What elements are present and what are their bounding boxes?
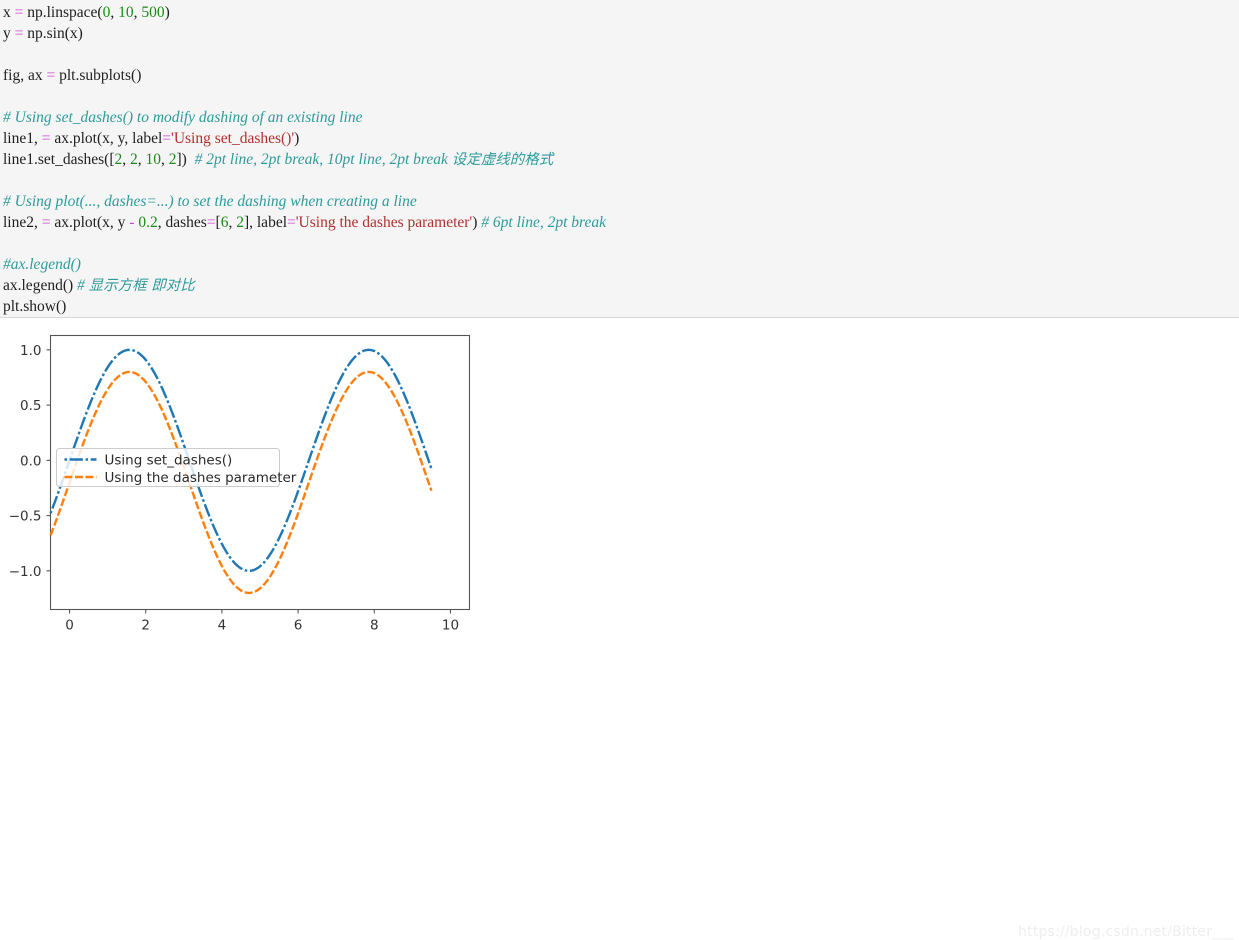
x-tick-label: 10 xyxy=(442,618,459,634)
code-token: ], label xyxy=(243,214,288,231)
code-token: ([ xyxy=(104,151,115,168)
y-tick-label: −0.5 xyxy=(9,509,42,525)
code-token: (x, y, label xyxy=(97,130,163,147)
legend-label: Using set_dashes() xyxy=(105,453,233,469)
code-token: , xyxy=(137,151,146,168)
code-token: , xyxy=(122,151,130,168)
code-token: ]) xyxy=(176,151,195,168)
code-token: np.linspace xyxy=(27,4,98,21)
code-token: ax.legend xyxy=(3,277,63,294)
code-token: ) xyxy=(164,4,170,21)
code-token: = xyxy=(162,130,172,147)
code-line: fig, ax = plt.subplots() xyxy=(3,65,1239,86)
code-token: plt.subplots xyxy=(59,67,132,84)
code-token: # 2pt line, 2pt break, 10pt line, 2pt br… xyxy=(194,151,452,168)
code-token: plt.show xyxy=(3,298,56,315)
code-line: line2, = ax.plot(x, y - 0.2, dashes=[6, … xyxy=(3,212,1239,233)
y-tick-label: −1.0 xyxy=(9,564,42,580)
code-line: # Using set_dashes() to modify dashing o… xyxy=(3,107,1239,128)
code-token: () xyxy=(62,277,78,294)
code-token: 10 xyxy=(118,4,134,21)
code-token: , dashes xyxy=(157,214,207,231)
x-tick-label: 6 xyxy=(294,618,303,634)
code-token: 2 xyxy=(130,151,138,168)
code-token: - xyxy=(129,214,139,231)
code-token: 500 xyxy=(141,4,165,21)
code-token: (x, y xyxy=(97,214,130,231)
matplotlib-figure: 0 2 4 6 8 10 −1.0 −0.5 0.0 0.5 1.0 Using set_dashes… xyxy=(0,319,1239,940)
code-token: 2 xyxy=(168,151,177,168)
x-tick-label: 0 xyxy=(65,618,74,634)
x-tick-label: 4 xyxy=(218,618,227,634)
code-line: line1.set_dashes([2, 2, 10, 2]) # 2pt li… xyxy=(3,149,1239,170)
code-listing[interactable]: x = np.linspace(0, 10, 500) y = np.sin(x)… xyxy=(3,2,1239,317)
code-line: line1, = ax.plot(x, y, label='Using set_… xyxy=(3,128,1239,149)
code-token: = xyxy=(287,214,296,231)
code-block: x = np.linspace(0, 10, 500) y = np.sin(x)… xyxy=(0,0,1239,318)
code-token: , xyxy=(110,4,119,21)
code-token: = xyxy=(14,25,28,42)
plot-canvas: 0 2 4 6 8 10 −1.0 −0.5 0.0 0.5 1.0 Using set_dashes… xyxy=(9,334,471,634)
code-token: line1.set_dashes xyxy=(3,151,105,168)
watermark-text: https://blog.csdn.net/Bitter___ xyxy=(1018,924,1234,940)
code-token: = xyxy=(41,130,55,147)
code-token: , xyxy=(161,151,169,168)
code-token: fig, ax xyxy=(3,67,47,84)
code-token: 显示方框 即对比 xyxy=(88,278,195,294)
code-token: 10 xyxy=(145,151,162,168)
code-token: ) xyxy=(294,130,300,147)
legend-label: Using the dashes parameter xyxy=(105,470,297,486)
y-tick-label: 1.0 xyxy=(20,343,41,359)
y-tick-label: 0.5 xyxy=(20,398,41,414)
code-token: x xyxy=(3,4,15,21)
code-token: line1, xyxy=(3,130,42,147)
code-token: () xyxy=(131,67,142,84)
code-token: # 6pt line, 2pt break xyxy=(481,214,606,231)
code-token: = xyxy=(46,67,60,84)
code-token: 设定虚线的格式 xyxy=(451,152,554,168)
code-token: 2 xyxy=(236,214,244,231)
code-token: ) xyxy=(472,214,482,231)
y-tick-label: 0.0 xyxy=(20,453,41,469)
code-token: 'Using set_dashes()' xyxy=(171,130,295,147)
code-token: () xyxy=(55,298,67,315)
code-token: #ax.legend() xyxy=(3,256,81,273)
code-line: plt.show() xyxy=(3,296,1239,317)
code-token: 0.2 xyxy=(138,214,158,231)
code-token: line2, xyxy=(3,214,42,231)
code-token: = xyxy=(41,214,55,231)
code-token: = xyxy=(206,214,216,231)
code-line: x = np.linspace(0, 10, 500) xyxy=(3,2,1239,23)
code-token: y xyxy=(3,25,15,42)
code-token: ax.plot xyxy=(54,214,97,231)
code-token: # xyxy=(77,277,89,294)
x-tick-label: 8 xyxy=(370,618,379,634)
code-line: # Using plot(..., dashes=...) to set the… xyxy=(3,191,1239,212)
x-tick-label: 2 xyxy=(141,618,150,634)
code-token: 'Using the dashes parameter' xyxy=(295,214,473,231)
code-line: ax.legend() # 显示方框 即对比 xyxy=(3,275,1239,296)
code-token: # Using set_dashes() to modify dashing o… xyxy=(3,109,363,126)
code-token: = xyxy=(14,4,28,21)
code-token: # Using plot(..., dashes=...) to set the… xyxy=(3,193,417,210)
code-token: np.sin xyxy=(27,25,65,42)
code-line: y = np.sin(x) xyxy=(3,23,1239,44)
code-token: ax.plot xyxy=(54,130,97,147)
code-token: (x) xyxy=(64,25,83,42)
code-line: #ax.legend() xyxy=(3,254,1239,275)
axes: 0 2 4 6 8 10 −1.0 −0.5 0.0 0.5 1.0 Using set_dashes… xyxy=(9,334,471,634)
